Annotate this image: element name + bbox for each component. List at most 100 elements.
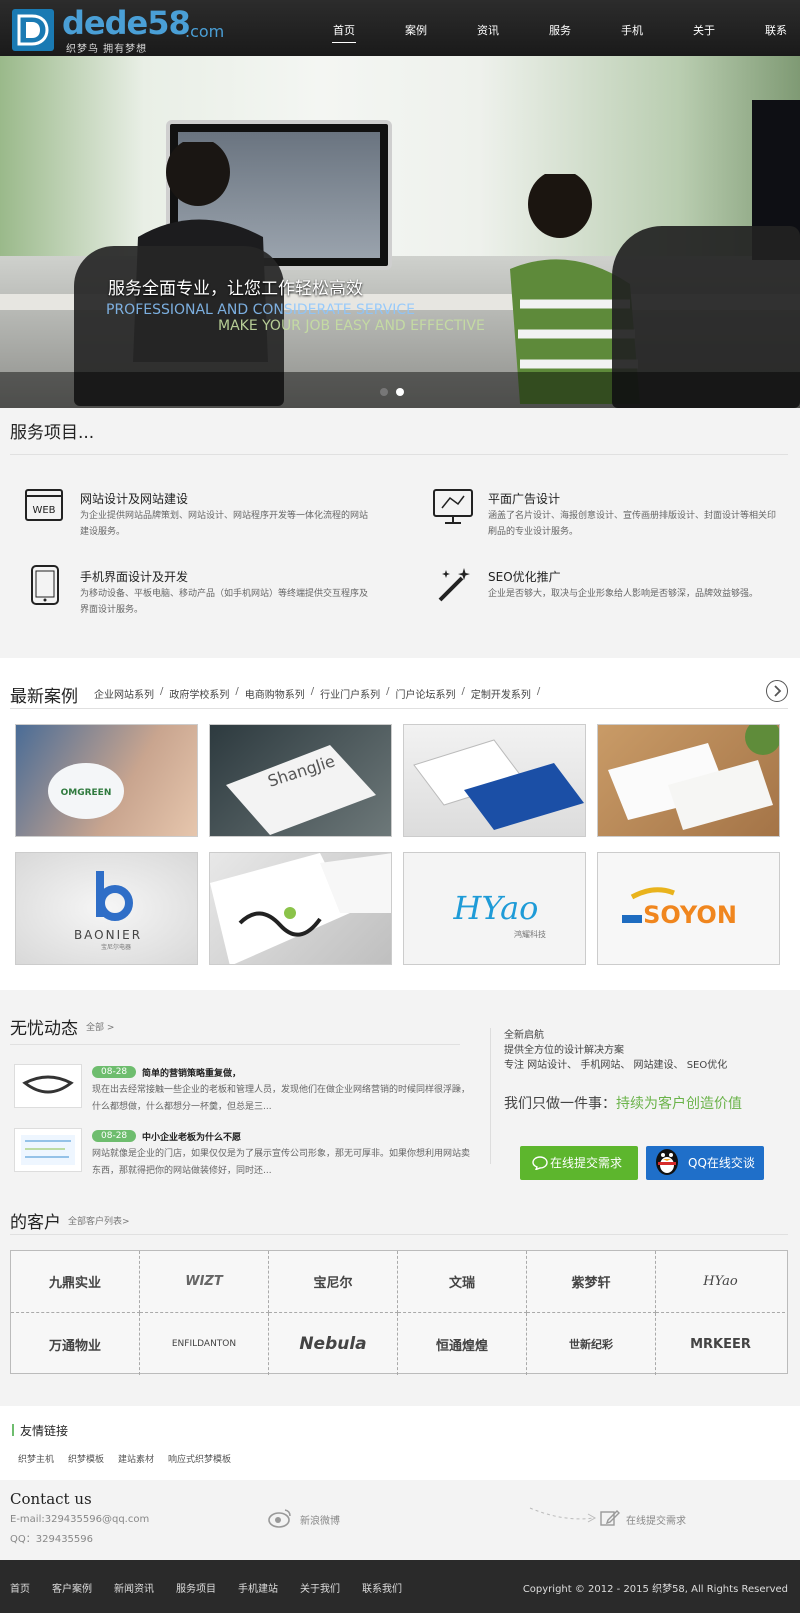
- news-thumbnail: [14, 1128, 82, 1172]
- case-thumb-calligraphy[interactable]: [209, 852, 392, 965]
- online-request-link[interactable]: 在线提交需求: [600, 1510, 686, 1527]
- case-tab[interactable]: 电商购物系列: [245, 686, 305, 701]
- case-tab[interactable]: 企业网站系列: [94, 686, 154, 701]
- client-logo[interactable]: 文瑞: [398, 1251, 527, 1313]
- qq-chat-button[interactable]: QQ在线交谈: [646, 1146, 764, 1180]
- services-title: 服务项目...: [10, 423, 95, 443]
- client-logo[interactable]: MRKEER: [656, 1313, 785, 1375]
- news-thumbnail: [14, 1064, 82, 1108]
- client-logo[interactable]: 紫梦轩: [527, 1251, 656, 1313]
- news-item-1[interactable]: 08-28 简单的营销策略重复做， 现在出去经常接触一些企业的老板和管理人员，发…: [14, 1064, 470, 1114]
- news-title: 无忧动态: [10, 1019, 78, 1039]
- submit-request-button[interactable]: 在线提交需求: [520, 1146, 638, 1180]
- next-arrow-icon[interactable]: [766, 680, 788, 702]
- news-more-link[interactable]: 全部 >: [86, 1020, 114, 1033]
- soyon-image: SOYON: [622, 887, 737, 929]
- hero-banner[interactable]: 服务全面专业，让您工作轻松高效 PROFESSIONAL AND CONSIDE…: [0, 56, 800, 408]
- nav-contact[interactable]: 联系: [740, 0, 800, 56]
- case-tab[interactable]: 行业门户系列: [320, 686, 380, 701]
- client-logo[interactable]: 宝尼尔: [269, 1251, 398, 1313]
- client-logo[interactable]: WIZT: [140, 1251, 269, 1313]
- wood-cards-image: [608, 725, 779, 830]
- nav-mobile[interactable]: 手机: [596, 0, 668, 56]
- service-graphic[interactable]: 平面广告设计 涵盖了名片设计、海报创意设计、宣传画册排版设计、封面设计等相关印刷…: [432, 486, 792, 546]
- baonier-image: BAONIER宝尼尔电器: [74, 871, 140, 951]
- news-date-badge: 08-28: [92, 1066, 137, 1078]
- case-thumb-blue-cards[interactable]: [403, 724, 586, 837]
- client-logo[interactable]: 九鼎实业: [11, 1251, 140, 1313]
- friend-link[interactable]: 响应式织梦模板: [168, 1452, 231, 1465]
- friend-link[interactable]: 织梦主机: [18, 1452, 54, 1465]
- svg-text:SOYON: SOYON: [643, 901, 737, 929]
- slider-dot-2[interactable]: [396, 388, 404, 396]
- footer-link[interactable]: 客户案例: [52, 1580, 92, 1595]
- news-item-2[interactable]: 08-28 中小企业老板为什么不愿 网站就像是企业的门店，如果仅仅是为了展示宣传…: [14, 1128, 470, 1178]
- footer-link[interactable]: 服务项目: [176, 1580, 216, 1595]
- hyao-image: HYao 鸿耀科技: [453, 889, 546, 939]
- friend-link[interactable]: 织梦模板: [68, 1452, 104, 1465]
- nav-home[interactable]: 首页: [308, 0, 380, 56]
- friend-link[interactable]: 建站素材: [118, 1452, 154, 1465]
- news-headline[interactable]: 中小企业老板为什么不愿: [142, 1130, 241, 1143]
- clients-more-link[interactable]: 全部客户列表>: [68, 1214, 130, 1227]
- case-tab[interactable]: 定制开发系列: [471, 686, 531, 701]
- magic-wand-icon: [438, 568, 470, 602]
- news-excerpt: 现在出去经常接触一些企业的老板和管理人员，发现他们在做企业网络营销的时候同样很浮…: [92, 1085, 471, 1112]
- promo-line: 专注 网站设计、 手机网站、 网站建设、 SEO优化: [504, 1060, 728, 1071]
- footer-link[interactable]: 手机建站: [238, 1580, 278, 1595]
- case-tab[interactable]: 门户论坛系列: [396, 686, 456, 701]
- footer-link[interactable]: 新闻资讯: [114, 1580, 154, 1595]
- cup-image: OMGREEN: [48, 763, 124, 819]
- svg-text:WEB: WEB: [32, 505, 55, 516]
- case-thumb-cup[interactable]: OMGREEN: [15, 724, 198, 837]
- cases-section: 最新案例 企业网站系列 / 政府学校系列 / 电商购物系列 / 行业门户系列 / 门户论…: [0, 658, 800, 990]
- case-thumb-soyon[interactable]: SOYON: [597, 852, 780, 965]
- news-divider: [10, 1044, 460, 1045]
- case-tab[interactable]: 政府学校系列: [169, 686, 229, 701]
- svg-text:OMGREEN: OMGREEN: [61, 788, 112, 798]
- case-thumb-hyao[interactable]: HYao 鸿耀科技: [403, 852, 586, 965]
- nav-news[interactable]: 资讯: [452, 0, 524, 56]
- footer-link[interactable]: 关于我们: [300, 1580, 340, 1595]
- nav-services[interactable]: 服务: [524, 0, 596, 56]
- footer-link[interactable]: 首页: [10, 1580, 30, 1595]
- client-logo[interactable]: 恒通煌煌: [398, 1313, 527, 1375]
- service-title: 网站设计及网站建设: [80, 492, 189, 506]
- logo-d-icon: [12, 9, 54, 51]
- services-divider: [10, 454, 788, 455]
- main-nav: 首页 案例 资讯 服务 手机 关于 联系: [308, 0, 800, 56]
- news-date-badge: 08-28: [92, 1130, 137, 1142]
- banner-subtitle-2: MAKE YOUR JOB EASY AND EFFECTIVE: [218, 318, 485, 334]
- client-logo[interactable]: ENFILDANTON: [140, 1313, 269, 1375]
- tablet-icon: [31, 565, 59, 605]
- client-logo[interactable]: HYao: [656, 1251, 785, 1313]
- links-list: 织梦主机 织梦模板 建站素材 响应式织梦模板: [18, 1452, 231, 1465]
- footer-link[interactable]: 联系我们: [362, 1580, 402, 1595]
- case-thumb-shangjie[interactable]: ShangJie: [209, 724, 392, 837]
- service-seo[interactable]: SEO优化推广 企业是否够大，取决与企业形象给人影响是否够深，品牌效益够强。: [432, 564, 792, 624]
- case-thumb-wood-cards[interactable]: [597, 724, 780, 837]
- slider-dot-1[interactable]: [380, 388, 388, 396]
- nav-about[interactable]: 关于: [668, 0, 740, 56]
- logo-wordmark: dede58: [62, 4, 191, 42]
- client-logo[interactable]: Nebula: [269, 1313, 398, 1375]
- case-thumb-baonier[interactable]: BAONIER 宝尼尔电器: [15, 852, 198, 965]
- nav-cases[interactable]: 案例: [380, 0, 452, 56]
- services-section: 服务项目... WEB 网站设计及网站建设 为企业提供网站品牌策划、网站设计、网…: [0, 408, 800, 658]
- service-desc: 为企业提供网站品牌策划、网站设计、网站程序开发等一体化流程的网站建设服务。: [80, 511, 369, 537]
- edit-form-icon: [600, 1510, 620, 1526]
- service-web[interactable]: WEB 网站设计及网站建设 为企业提供网站品牌策划、网站设计、网站程序开发等一体…: [24, 486, 384, 546]
- contact-email[interactable]: E-mail:329435596@qq.com: [10, 1514, 149, 1525]
- client-logo[interactable]: 世新纪彩: [527, 1313, 656, 1375]
- weibo-link[interactable]: 新浪微博: [268, 1509, 340, 1528]
- promo-slogan: 我们只做一件事：持续为客户创造价值: [504, 1096, 742, 1112]
- banner-title: 服务全面专业，让您工作轻松高效: [108, 279, 363, 299]
- banner-subtitle-1: PROFESSIONAL AND CONSIDERATE SERVICE: [106, 302, 416, 318]
- news-headline[interactable]: 简单的营销策略重复做，: [142, 1066, 241, 1079]
- client-logo[interactable]: 万通物业: [11, 1313, 140, 1375]
- site-logo[interactable]: dede58 .com 织梦鸟 拥有梦想: [10, 4, 230, 55]
- friend-links-section: 友情链接 织梦主机 织梦模板 建站素材 响应式织梦模板: [0, 1406, 800, 1480]
- service-mobile[interactable]: 手机界面设计及开发 为移动设备、平板电脑、移动产品（如手机网站）等终端提供交互程…: [24, 564, 384, 624]
- footer-nav: 首页 客户案例 新闻资讯 服务项目 手机建站 关于我们 联系我们: [10, 1580, 402, 1595]
- clients-divider: [10, 1234, 788, 1235]
